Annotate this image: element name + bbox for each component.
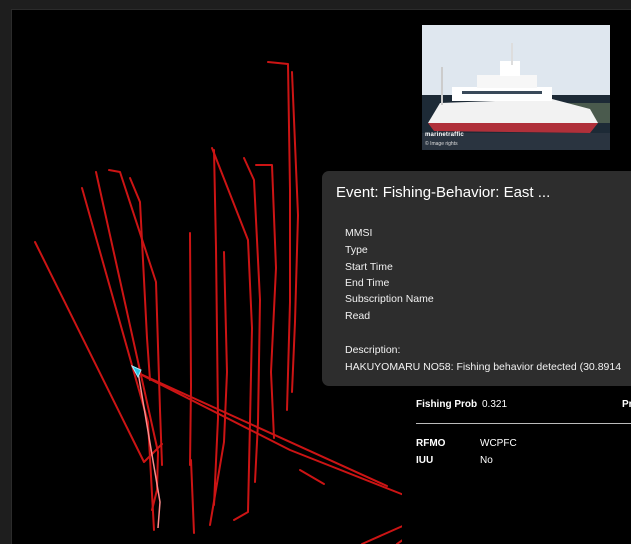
photo-watermark: marinetraffic xyxy=(425,132,464,138)
field-type-label: Type xyxy=(345,244,368,256)
description-text: HAKUYOMARU NO58: Fishing behavior detect… xyxy=(345,361,622,373)
event-popup[interactable]: Event: Fishing-Behavior: East ... MMSI T… xyxy=(322,171,631,386)
field-mmsi-label: MMSI xyxy=(345,227,373,239)
track-segment xyxy=(135,371,388,487)
field-end-time-label: End Time xyxy=(345,277,390,289)
track-segment xyxy=(129,177,151,381)
iuu-row: IUU No xyxy=(416,455,493,466)
fishing-prob-row: Fishing Prob 0.321 Pres xyxy=(416,399,631,410)
track-segment xyxy=(291,71,299,393)
track-segment xyxy=(108,169,163,466)
iuu-value: No xyxy=(480,455,493,466)
vessel-details-panel: Fishing Prob 0.321 Pres RFMO WCPFC IUU N… xyxy=(402,382,631,542)
description-label: Description: xyxy=(345,344,401,356)
track-segment xyxy=(213,149,219,506)
field-subscription-name-label: Subscription Name xyxy=(345,293,434,305)
field-start-time-label: Start Time xyxy=(345,261,393,273)
popup-title: Event: Fishing-Behavior: East ... xyxy=(336,184,551,201)
trailing-label: Pres xyxy=(622,399,631,410)
photo-credit: © Image rights xyxy=(425,141,458,147)
rfmo-label: RFMO xyxy=(416,438,446,449)
iuu-label: IUU xyxy=(416,455,434,466)
track-segment xyxy=(190,459,195,534)
track-segment xyxy=(189,232,192,466)
fishing-prob-label: Fishing Prob xyxy=(416,399,478,410)
rfmo-value: WCPFC xyxy=(480,438,517,449)
rfmo-row: RFMO WCPFC xyxy=(416,438,517,449)
track-segment xyxy=(95,171,159,511)
divider xyxy=(416,423,631,424)
vessel-photo[interactable]: marinetraffic © Image rights xyxy=(422,25,610,150)
field-read-label: Read xyxy=(345,310,371,322)
fishing-prob-value: 0.321 xyxy=(482,399,508,410)
track-segment xyxy=(299,469,325,485)
